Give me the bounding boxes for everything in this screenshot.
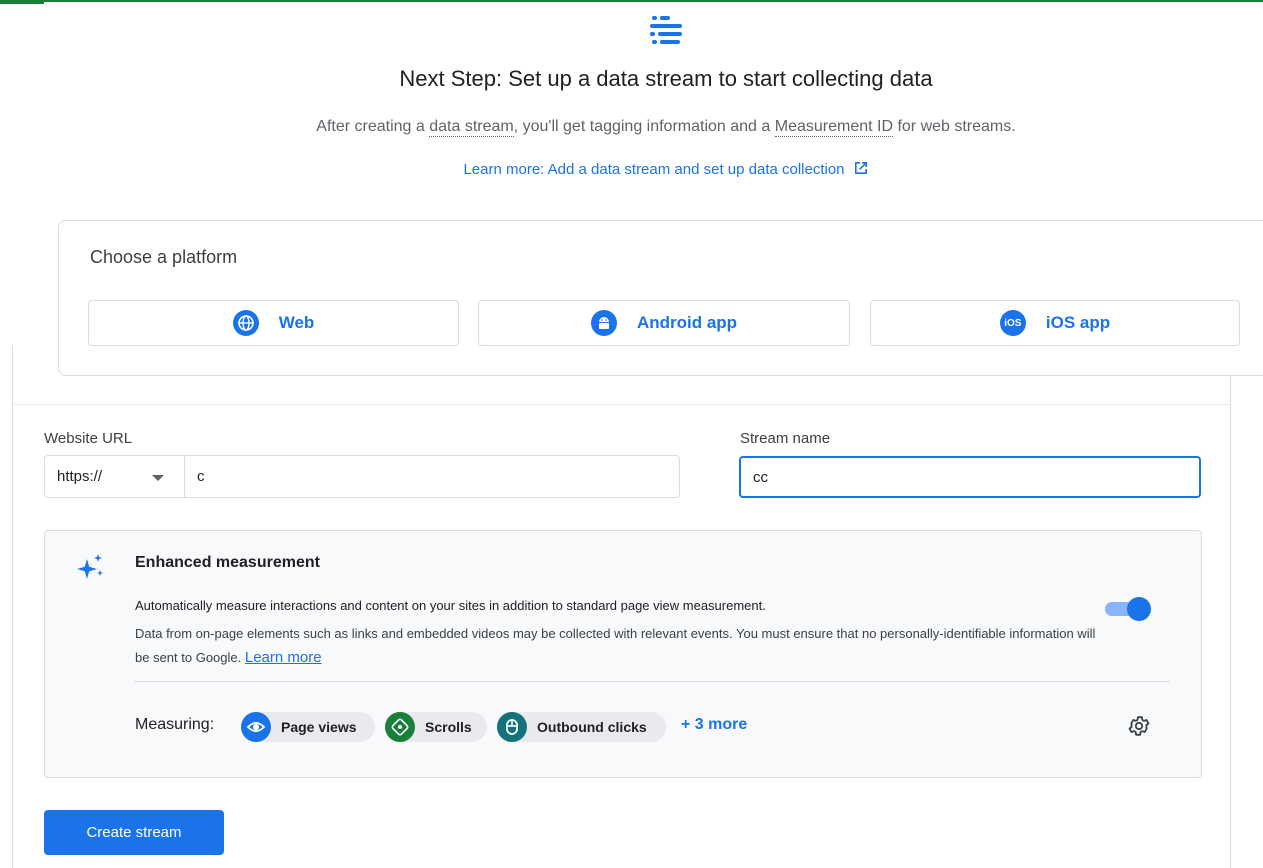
top-progress-accent <box>0 0 44 4</box>
external-link-icon <box>854 162 867 174</box>
measuring-label: Measuring: <box>135 716 215 733</box>
panel-left-border <box>12 346 13 868</box>
stream-name-label: Stream name <box>740 430 831 447</box>
chip-page-views: Page views <box>241 712 375 742</box>
mouse-icon <box>497 712 527 742</box>
platform-android-button[interactable]: Android app <box>478 300 850 346</box>
website-url-field: https:// <box>44 455 680 498</box>
page-title: Next Step: Set up a data stream to start… <box>399 66 933 91</box>
website-url-label: Website URL <box>44 430 133 447</box>
chip-page-views-label: Page views <box>281 719 357 735</box>
platform-web-button[interactable]: Web <box>88 300 459 346</box>
enhanced-measurement-toggle[interactable] <box>1105 597 1151 621</box>
platform-card <box>58 220 1263 376</box>
toggle-thumb <box>1127 597 1151 621</box>
create-stream-button[interactable]: Create stream <box>44 810 224 855</box>
learn-more-data-stream-link[interactable]: Learn more: Add a data stream and set up… <box>0 160 1263 178</box>
enhanced-measurement-disclaimer: Data from on-page elements such as links… <box>135 626 1096 666</box>
gear-icon[interactable] <box>1127 714 1151 738</box>
chevron-down-icon <box>152 475 164 481</box>
sparkle-icon <box>77 554 103 579</box>
enhanced-divider <box>134 681 1170 682</box>
protocol-select[interactable]: https:// <box>45 456 185 497</box>
enhanced-measurement-title: Enhanced measurement <box>135 554 320 571</box>
ios-icon: iOS <box>999 310 1026 336</box>
platform-ios-label: iOS app <box>1045 313 1111 332</box>
enhanced-measurement-description: Automatically measure interactions and c… <box>135 598 766 613</box>
more-measurements-link[interactable]: + 3 more <box>681 716 747 734</box>
measurement-id-term[interactable]: Measurement ID <box>774 118 893 137</box>
top-progress-line <box>0 0 1263 2</box>
scroll-target-icon <box>385 712 415 742</box>
android-icon <box>590 310 617 336</box>
page-subtitle: After creating a data stream, you'll get… <box>316 118 1016 137</box>
globe-icon <box>232 310 259 336</box>
platform-android-label: Android app <box>636 313 738 332</box>
enhanced-learn-more-link[interactable]: Learn more <box>245 649 322 666</box>
stream-name-input[interactable] <box>739 456 1201 498</box>
chip-outbound-clicks-label: Outbound clicks <box>537 719 647 735</box>
platform-ios-button[interactable]: iOS iOS app <box>870 300 1240 346</box>
platform-web-label: Web <box>278 313 315 332</box>
choose-platform-label: Choose a platform <box>90 247 238 267</box>
eye-icon <box>241 712 271 742</box>
panel-right-border <box>1230 376 1231 868</box>
data-stream-icon <box>650 16 682 44</box>
website-url-input[interactable] <box>185 456 679 497</box>
data-stream-term[interactable]: data stream <box>429 118 514 137</box>
protocol-value: https:// <box>57 468 103 485</box>
chip-scrolls-label: Scrolls <box>425 719 472 735</box>
panel-top-border <box>12 404 1231 405</box>
chip-outbound-clicks: Outbound clicks <box>497 712 666 742</box>
chip-scrolls: Scrolls <box>385 712 487 742</box>
